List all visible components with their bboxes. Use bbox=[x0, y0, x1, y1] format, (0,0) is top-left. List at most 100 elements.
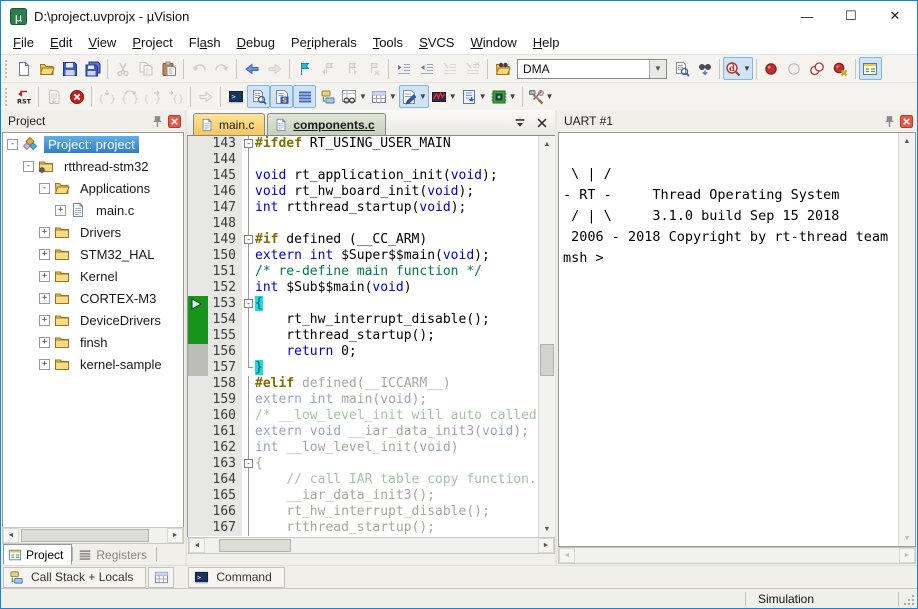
bookmark-button[interactable] bbox=[293, 57, 316, 80]
step-out-button[interactable]: { } bbox=[141, 85, 164, 108]
indent-button[interactable] bbox=[392, 57, 415, 80]
menu-window[interactable]: Window bbox=[462, 33, 524, 52]
stop-button[interactable] bbox=[65, 85, 88, 108]
comment-button[interactable] bbox=[438, 57, 461, 80]
step-over-button[interactable]: { } bbox=[118, 85, 141, 108]
uncomment-button[interactable] bbox=[461, 57, 484, 80]
combo-dropdown-icon[interactable]: ▼ bbox=[649, 60, 666, 78]
close-document-icon[interactable] bbox=[533, 114, 551, 132]
fold-margin[interactable] bbox=[242, 344, 255, 360]
editor-margin[interactable] bbox=[188, 392, 208, 408]
dropdown-arrow-icon[interactable]: ▼ bbox=[389, 92, 397, 101]
uart-hscrollbar[interactable]: ◄ ► bbox=[558, 547, 916, 564]
scroll-up-icon[interactable]: ▲ bbox=[539, 136, 555, 152]
paste-button[interactable] bbox=[157, 57, 180, 80]
minimize-button[interactable]: — bbox=[785, 1, 829, 31]
fold-margin[interactable] bbox=[242, 376, 255, 392]
fold-margin[interactable]: - bbox=[242, 136, 255, 152]
pin-icon[interactable] bbox=[151, 115, 164, 128]
editor-margin[interactable] bbox=[188, 232, 208, 248]
toolbar-grip[interactable] bbox=[4, 59, 9, 79]
registers-window-button[interactable] bbox=[293, 85, 316, 108]
maximize-button[interactable]: ☐ bbox=[829, 1, 873, 31]
dropdown-arrow-icon[interactable]: ▼ bbox=[449, 92, 457, 101]
close-panel-icon[interactable] bbox=[900, 115, 913, 128]
editor-tab-components-c[interactable]: components.c bbox=[267, 113, 385, 135]
reset-button[interactable]: RST bbox=[12, 85, 35, 108]
save-button[interactable] bbox=[58, 57, 81, 80]
tree-item-stm32-hal[interactable]: +STM32_HAL bbox=[3, 243, 183, 265]
project-window-button[interactable] bbox=[859, 57, 882, 80]
tree-expander[interactable]: + bbox=[39, 271, 50, 282]
tree-item-cortex-m3[interactable]: +CORTEX-M3 bbox=[3, 287, 183, 309]
save-all-button[interactable] bbox=[81, 57, 104, 80]
scroll-down-icon[interactable]: ▼ bbox=[899, 530, 915, 546]
editor-margin[interactable] bbox=[188, 408, 208, 424]
debug-restore-views-button[interactable]: d▼ bbox=[723, 57, 753, 80]
editor-margin[interactable] bbox=[188, 376, 208, 392]
toolbar-grip[interactable] bbox=[4, 87, 9, 107]
outdent-button[interactable] bbox=[415, 57, 438, 80]
tree-item-devicedrivers[interactable]: +DeviceDrivers bbox=[3, 309, 183, 331]
cut-button[interactable] bbox=[111, 57, 134, 80]
editor-margin[interactable] bbox=[188, 328, 208, 344]
editor-margin[interactable] bbox=[188, 280, 208, 296]
menu-tools[interactable]: Tools bbox=[365, 33, 411, 52]
fold-margin[interactable] bbox=[242, 152, 255, 168]
editor-margin[interactable] bbox=[188, 456, 208, 472]
fold-margin[interactable] bbox=[242, 440, 255, 456]
uart-terminal[interactable]: \ | / - RT - Thread Operating System / |… bbox=[559, 133, 898, 546]
fold-margin[interactable] bbox=[242, 264, 255, 280]
fold-margin[interactable] bbox=[242, 328, 255, 344]
call-stack-window-button[interactable] bbox=[316, 85, 339, 108]
pin-icon[interactable] bbox=[883, 115, 896, 128]
tree-item-rtthread-stm32[interactable]: - rtthread-stm32 bbox=[3, 155, 183, 177]
kill-breakpoint-button[interactable] bbox=[806, 57, 829, 80]
fold-margin[interactable] bbox=[242, 408, 255, 424]
tree-item-label[interactable]: Drivers bbox=[76, 224, 125, 241]
editor-margin[interactable] bbox=[188, 488, 208, 504]
analysis-window-button[interactable]: ▼ bbox=[429, 85, 459, 108]
editor-margin[interactable] bbox=[188, 136, 208, 152]
editor-margin[interactable] bbox=[188, 264, 208, 280]
code-lines[interactable]: 143-#ifdef RT_USING_USER_MAIN144145void … bbox=[188, 136, 538, 537]
symbols-window-button[interactable]: S bbox=[270, 85, 293, 108]
fold-margin[interactable] bbox=[242, 200, 255, 216]
editor-margin[interactable] bbox=[188, 472, 208, 488]
menu-flash[interactable]: Flash bbox=[181, 33, 229, 52]
bookmark-clear-button[interactable] bbox=[362, 57, 385, 80]
menu-svcs[interactable]: SVCS bbox=[411, 33, 462, 52]
editor-margin[interactable] bbox=[188, 168, 208, 184]
editor-margin[interactable] bbox=[188, 440, 208, 456]
editor-margin[interactable] bbox=[188, 184, 208, 200]
menu-file[interactable]: File bbox=[5, 33, 42, 52]
tree-expander[interactable]: - bbox=[23, 161, 34, 172]
editor-tab-main-c[interactable]: main.c bbox=[193, 113, 265, 135]
command-tab[interactable]: > Command bbox=[188, 567, 284, 588]
uart-vscrollbar[interactable]: ▲ ▼ bbox=[898, 133, 915, 546]
find-button[interactable] bbox=[670, 57, 693, 80]
tree-item-label[interactable]: rtthread-stm32 bbox=[60, 158, 153, 175]
fold-margin[interactable] bbox=[242, 168, 255, 184]
bookmark-prev-button[interactable] bbox=[316, 57, 339, 80]
tree-item-kernel-sample[interactable]: +kernel-sample bbox=[3, 353, 183, 375]
command-window-button[interactable]: > bbox=[224, 85, 247, 108]
project-hscrollbar[interactable]: ◄ ► bbox=[2, 527, 184, 544]
tree-item-label[interactable]: Applications bbox=[76, 180, 154, 197]
scroll-right-icon[interactable]: ► bbox=[167, 528, 183, 543]
tree-expander[interactable]: + bbox=[55, 205, 66, 216]
dropdown-arrow-icon[interactable]: ▼ bbox=[509, 92, 517, 101]
navigate-back-button[interactable] bbox=[240, 57, 263, 80]
fold-margin[interactable]: - bbox=[242, 296, 255, 312]
tree-item-kernel[interactable]: +Kernel bbox=[3, 265, 183, 287]
tree-expander[interactable]: + bbox=[39, 315, 50, 326]
fold-margin[interactable] bbox=[242, 216, 255, 232]
scroll-down-icon[interactable]: ▼ bbox=[539, 521, 555, 537]
serial-window-button[interactable]: ▼ bbox=[399, 85, 429, 108]
editor-margin[interactable] bbox=[188, 312, 208, 328]
dropdown-arrow-icon[interactable]: ▼ bbox=[359, 92, 367, 101]
editor-margin[interactable] bbox=[188, 504, 208, 520]
fold-margin[interactable] bbox=[242, 248, 255, 264]
watch-window-button[interactable]: ▼ bbox=[339, 85, 369, 108]
tree-expander[interactable]: - bbox=[7, 139, 18, 150]
